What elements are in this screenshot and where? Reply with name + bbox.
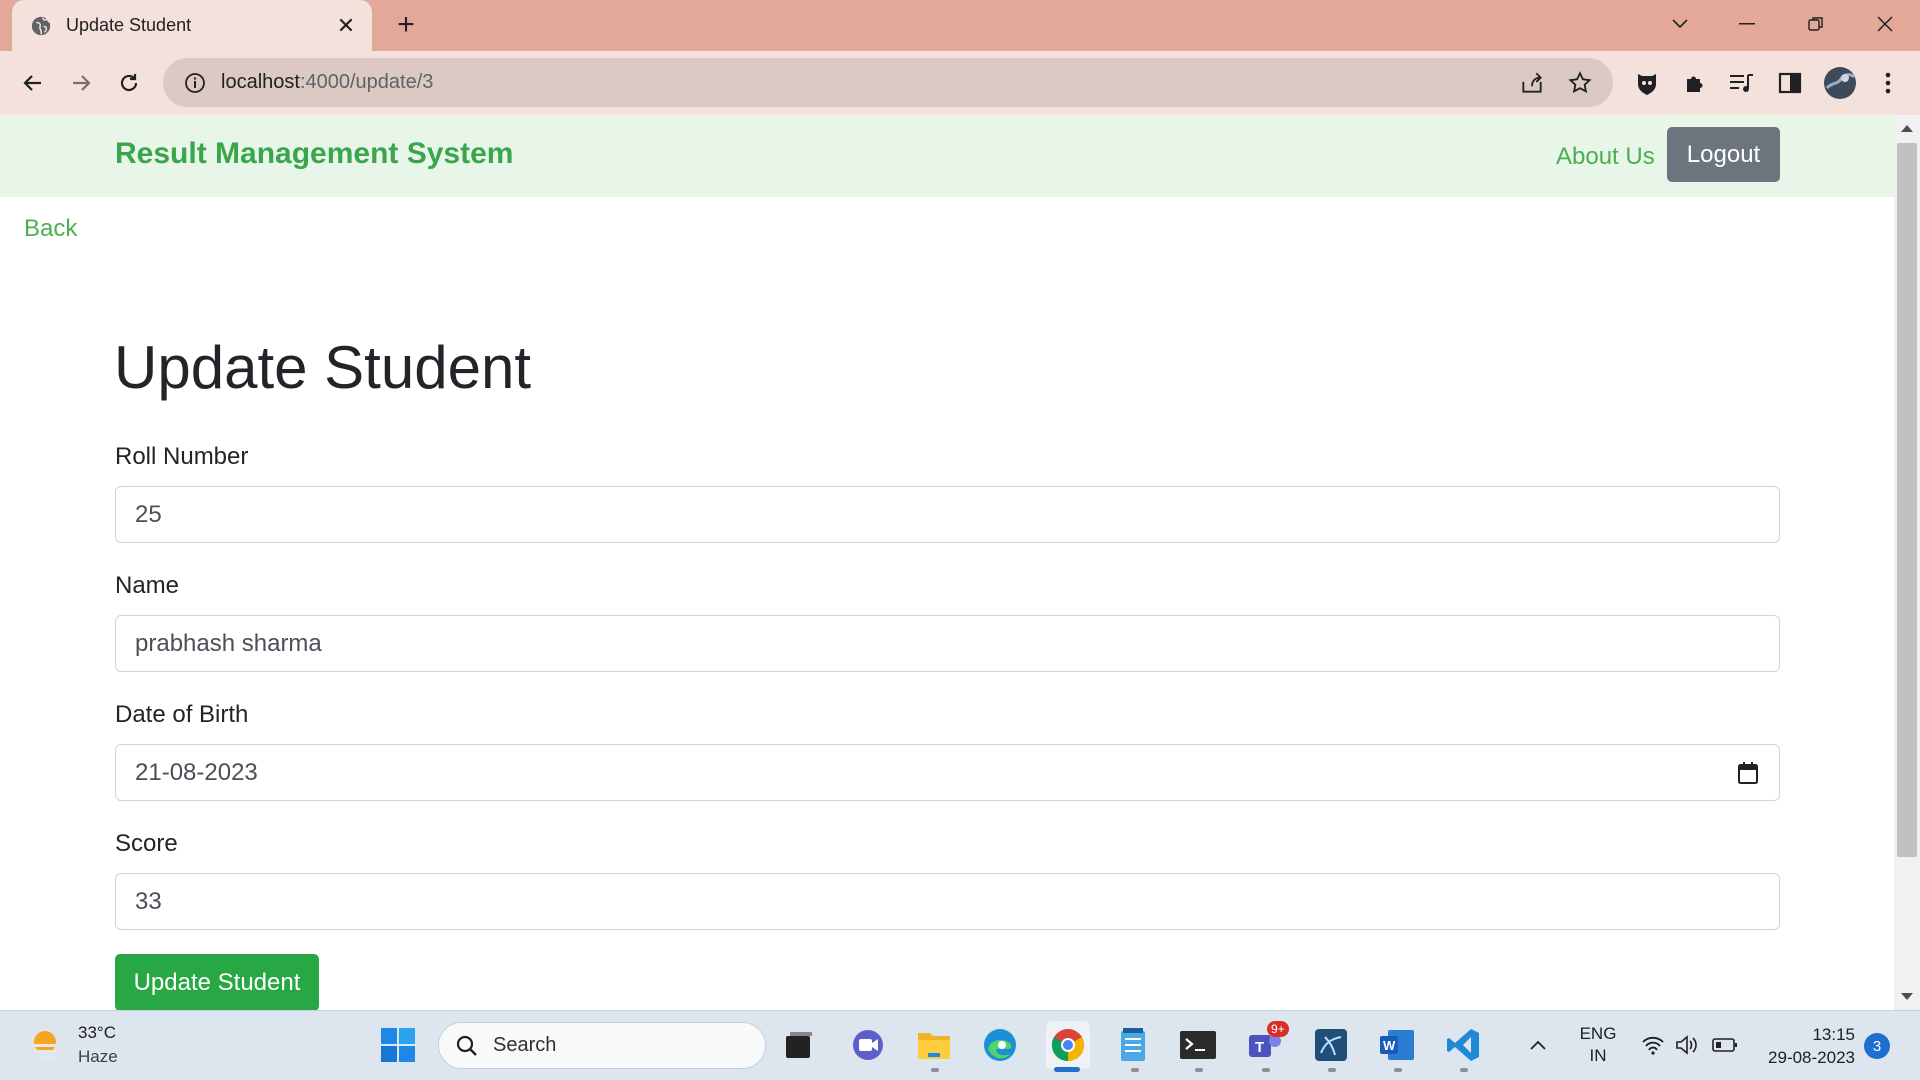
share-icon[interactable] [1519, 70, 1545, 96]
battery-icon[interactable] [1705, 1025, 1745, 1065]
windows-start-icon[interactable] [378, 1025, 418, 1065]
browser-tab-strip: Update Student ✕ + [0, 0, 1920, 51]
language-code: ENG [1579, 1024, 1617, 1043]
minimize-icon[interactable] [1727, 8, 1767, 40]
clock-time: 13:15 [1812, 1025, 1855, 1044]
browser-menu-icon[interactable] [1873, 68, 1903, 98]
restore-icon[interactable] [1796, 8, 1836, 40]
url-path: :4000/update/3 [299, 71, 434, 93]
teams-icon[interactable]: T 9+ [1245, 1021, 1289, 1065]
vscode-icon[interactable] [1443, 1025, 1483, 1065]
weather-widget[interactable]: 33°C Haze [26, 1021, 118, 1069]
profile-avatar[interactable] [1822, 65, 1858, 101]
about-us-link[interactable]: About Us [1556, 143, 1655, 171]
media-playlist-icon[interactable] [1727, 68, 1757, 98]
search-placeholder: Search [493, 1034, 557, 1056]
roll-number-input[interactable]: 25 [115, 486, 1780, 543]
clock-date: 29-08-2023 [1768, 1048, 1855, 1067]
database-tool-icon[interactable] [1311, 1025, 1351, 1065]
system-clock[interactable]: 13:15 29-08-2023 [1755, 1023, 1855, 1069]
reload-icon[interactable] [111, 65, 147, 101]
page-scrollbar[interactable] [1894, 115, 1920, 1010]
windows-taskbar: 33°C Haze Search T 9+ W ENG IN 13:15 29-… [0, 1010, 1920, 1080]
name-input[interactable]: prabhash sharma [115, 615, 1780, 672]
haze-sun-icon [30, 1031, 60, 1059]
search-icon [456, 1035, 477, 1056]
forward-arrow-icon[interactable] [63, 65, 99, 101]
taskbar-search[interactable]: Search [438, 1022, 766, 1069]
scroll-down-arrow-icon[interactable] [1901, 993, 1913, 1000]
brand-title[interactable]: Result Management System [115, 137, 513, 171]
task-view-icon[interactable] [779, 1025, 819, 1065]
date-of-birth-value: 21-08-2023 [135, 758, 258, 786]
edge-browser-icon[interactable] [980, 1025, 1020, 1065]
browser-tab-active[interactable]: Update Student ✕ [12, 0, 372, 51]
scrollbar-thumb[interactable] [1897, 143, 1917, 857]
notepad-icon[interactable] [1113, 1025, 1153, 1065]
back-link[interactable]: Back [24, 215, 77, 243]
browser-toolbar: localhost:4000/update/3 [0, 51, 1920, 115]
date-of-birth-label: Date of Birth [115, 701, 249, 728]
word-icon[interactable]: W [1377, 1025, 1417, 1065]
date-of-birth-input[interactable]: 21-08-2023 [115, 744, 1780, 801]
tab-title: Update Student [66, 15, 192, 35]
terminal-icon[interactable] [1178, 1025, 1218, 1065]
bookmark-star-icon[interactable] [1567, 70, 1593, 96]
logout-button[interactable]: Logout [1667, 127, 1780, 182]
notification-badge[interactable]: 3 [1864, 1033, 1890, 1059]
site-info-icon[interactable] [183, 71, 207, 95]
extension-shield-icon[interactable] [1632, 68, 1662, 98]
scroll-up-arrow-icon[interactable] [1901, 125, 1913, 132]
weather-temperature: 33°C [78, 1023, 116, 1042]
side-panel-icon[interactable] [1775, 68, 1805, 98]
update-student-button[interactable]: Update Student [115, 954, 319, 1010]
weather-description: Haze [78, 1047, 118, 1066]
score-label: Score [115, 830, 178, 857]
tab-search-chevron-icon[interactable] [1660, 8, 1700, 40]
close-window-icon[interactable] [1865, 8, 1905, 40]
url-host: localhost [221, 71, 300, 93]
new-tab-button[interactable]: + [390, 10, 422, 42]
tab-close-icon[interactable]: ✕ [334, 13, 358, 39]
teams-chat-icon[interactable] [848, 1025, 888, 1065]
address-bar[interactable]: localhost:4000/update/3 [163, 58, 1613, 107]
language-indicator[interactable]: ENG IN [1578, 1023, 1618, 1067]
svg-text:T: T [1255, 1039, 1264, 1056]
tray-chevron-up-icon[interactable] [1518, 1025, 1558, 1065]
teams-badge: 9+ [1267, 1021, 1289, 1037]
score-input[interactable]: 33 [115, 873, 1780, 930]
chrome-browser-icon[interactable] [1046, 1021, 1090, 1069]
page-title: Update Student [114, 334, 531, 401]
extensions-puzzle-icon[interactable] [1680, 68, 1710, 98]
name-label: Name [115, 572, 180, 599]
calendar-icon[interactable] [1737, 761, 1759, 785]
url-text[interactable]: localhost:4000/update/3 [221, 71, 1497, 94]
page-viewport: Result Management System About Us Logout… [0, 115, 1894, 1010]
region-code: IN [1589, 1046, 1607, 1065]
file-explorer-icon[interactable] [914, 1025, 954, 1065]
volume-icon[interactable] [1667, 1025, 1707, 1065]
globe-icon [31, 16, 51, 35]
roll-number-label: Roll Number [115, 443, 249, 470]
site-navbar: Result Management System About Us Logout [0, 115, 1894, 197]
back-arrow-icon[interactable] [15, 65, 51, 101]
svg-text:W: W [1383, 1038, 1396, 1053]
